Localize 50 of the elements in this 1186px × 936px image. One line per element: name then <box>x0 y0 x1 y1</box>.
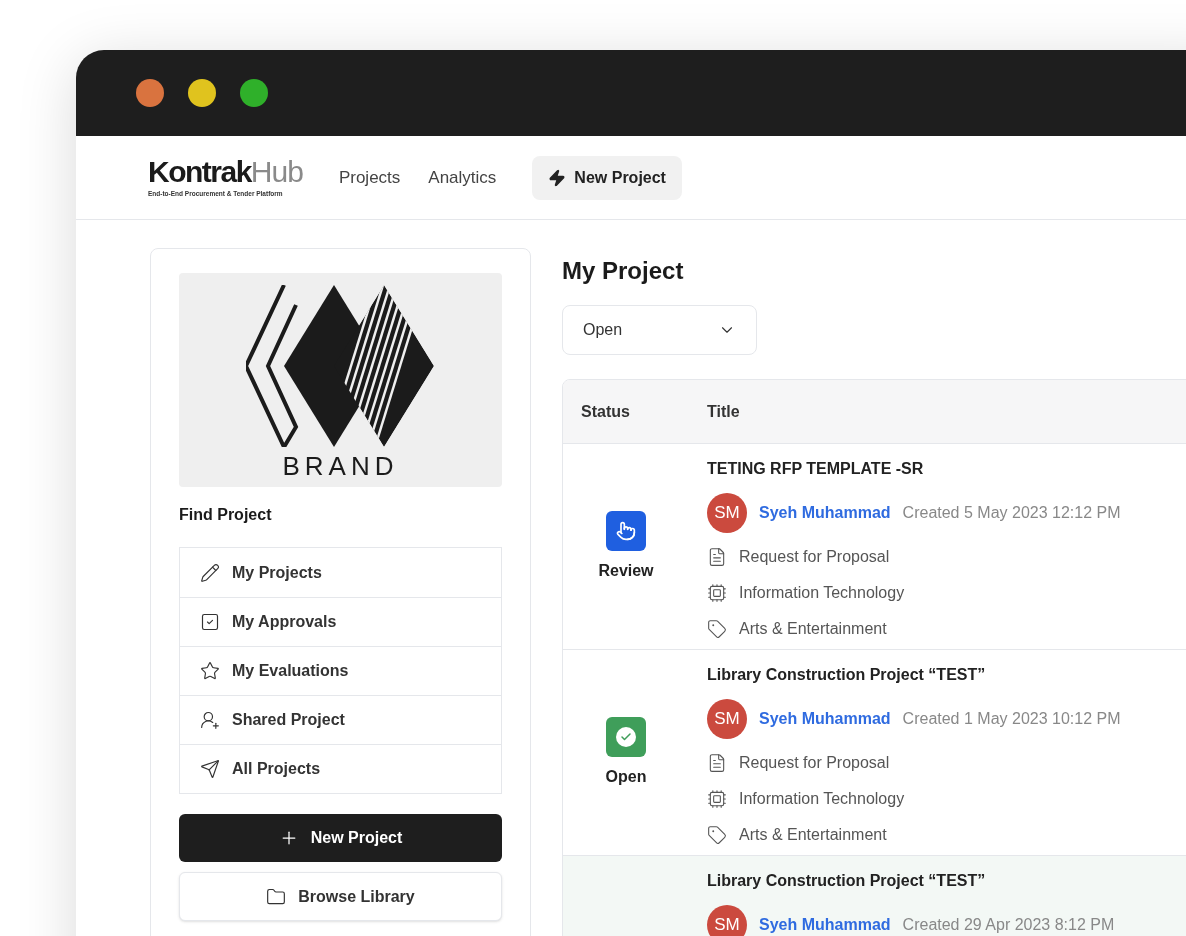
page-title: My Project <box>562 256 685 286</box>
document-icon <box>707 753 727 773</box>
nav-link[interactable]: Projects <box>334 164 405 191</box>
author-link[interactable]: Syeh Muhammad <box>759 501 891 525</box>
chip-icon <box>707 789 727 809</box>
detail-text: Information Technology <box>739 583 905 603</box>
pencil-icon <box>200 562 220 583</box>
tag-icon <box>707 619 727 639</box>
column-header: Title <box>706 401 740 422</box>
author-link[interactable]: Syeh Muhammad <box>759 707 891 731</box>
new-project-button[interactable]: New Project <box>532 155 682 200</box>
folder-icon <box>266 886 287 907</box>
nav-link[interactable]: Analytics <box>424 164 501 191</box>
user-icon <box>200 710 220 730</box>
brand-caption: BRAND <box>282 450 399 483</box>
lightning-icon <box>548 168 567 187</box>
detail-text: Information Technology <box>739 789 905 809</box>
chip-icon <box>707 583 727 603</box>
browse-library-button[interactable]: Browse Library <box>179 872 502 921</box>
author-link[interactable]: Syeh Muhammad <box>759 913 891 936</box>
detail-text: Request for Proposal <box>739 753 890 773</box>
menu-item[interactable]: My Projects <box>180 548 501 597</box>
created-date: Created 1 May 2023 10:12 PM <box>902 709 1121 729</box>
document-icon <box>707 547 727 567</box>
status-label: Review <box>598 560 654 581</box>
menu-item[interactable]: My Evaluations <box>180 646 501 695</box>
avatar: SM <box>707 905 747 936</box>
detail-text: Request for Proposal <box>739 547 890 567</box>
tag-icon <box>707 825 727 845</box>
avatar: SM <box>707 699 747 739</box>
created-date: Created 29 Apr 2023 8:12 PM <box>902 915 1115 935</box>
project-title[interactable]: Library Construction Project “TEST” <box>707 869 1115 893</box>
status-label: Open <box>605 766 647 787</box>
table-row[interactable]: Library Construction Project “TEST” SM Syeh Muhammad Created 29 Apr 2023 8:12 PM <box>563 856 1186 936</box>
detail-text: Arts & Entertainment <box>739 825 887 845</box>
checkbox-icon <box>200 612 220 632</box>
menu-item[interactable]: My Approvals <box>180 597 501 646</box>
new-project-button[interactable]: New Project <box>179 814 502 862</box>
detail-text: Arts & Entertainment <box>739 619 887 639</box>
star-icon <box>200 661 220 681</box>
status-filter-dropdown[interactable]: Open <box>562 305 757 355</box>
menu-item[interactable]: Shared Project <box>180 695 501 744</box>
find-project-heading: Find Project <box>179 505 273 525</box>
column-header: Status <box>580 401 631 422</box>
send-icon <box>200 759 220 779</box>
avatar: SM <box>707 493 747 533</box>
project-title[interactable]: TETING RFP TEMPLATE -SR <box>707 457 1121 481</box>
created-date: Created 5 May 2023 12:12 PM <box>902 503 1121 523</box>
project-title[interactable]: Library Construction Project “TEST” <box>707 663 1121 687</box>
menu-item[interactable]: All Projects <box>180 744 501 793</box>
